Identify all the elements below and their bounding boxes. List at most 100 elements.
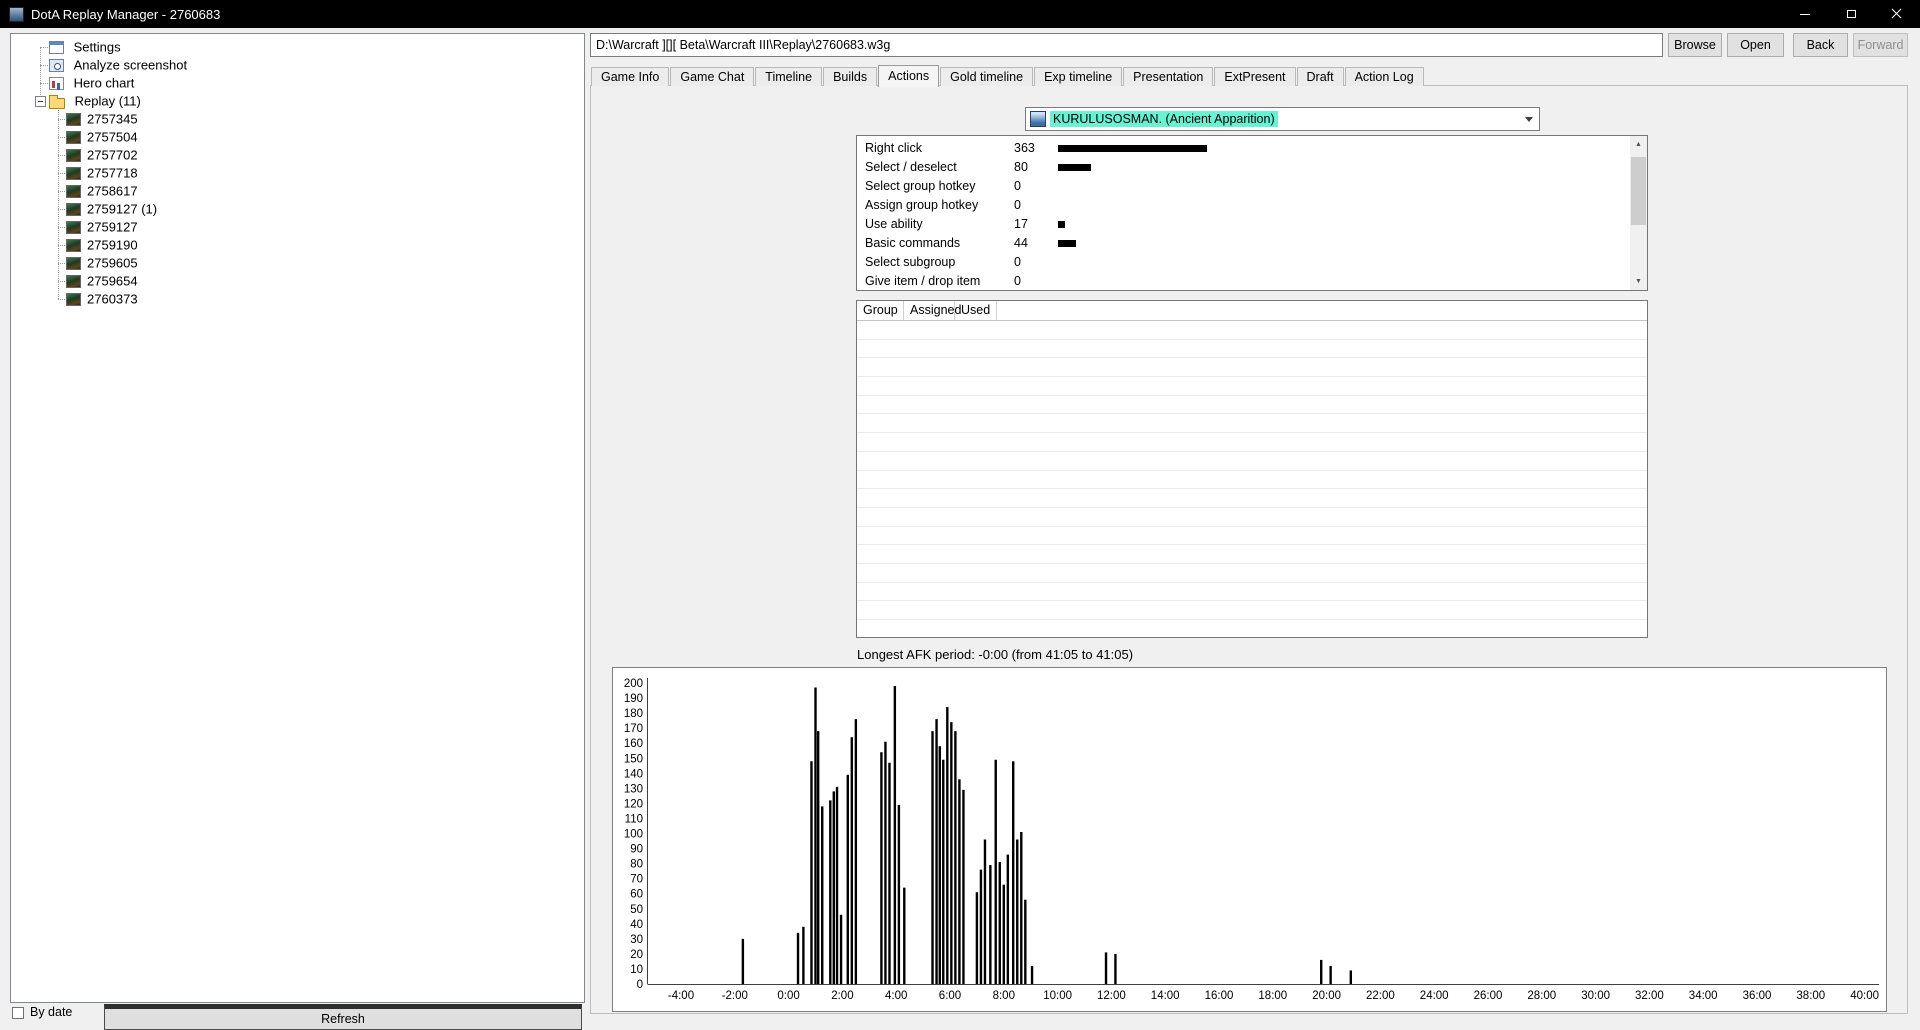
action-count-bar [1058,145,1207,152]
svg-text:180: 180 [624,708,643,720]
scrollbar-thumb[interactable] [1631,157,1646,225]
combo-dropdown-button[interactable] [1519,108,1539,130]
by-date-checkbox[interactable] [12,1007,24,1019]
replay-item-label: 2759127 [87,220,138,235]
action-label: Right click [865,139,922,158]
tab-extpresent[interactable]: ExtPresent [1214,67,1295,86]
replay-item[interactable]: 2759605 [11,254,584,272]
svg-text:130: 130 [624,783,643,795]
tab-game-chat[interactable]: Game Chat [670,67,754,86]
maximize-button[interactable] [1828,0,1874,28]
action-label: Select / deselect [865,158,957,177]
replay-item-label: 2759605 [87,256,138,271]
tab-exp-timeline[interactable]: Exp timeline [1034,67,1122,86]
tab-actions[interactable]: Actions [878,65,939,87]
svg-text:110: 110 [625,813,643,825]
action-count-bar [1058,240,1076,247]
action-count: 0 [1014,253,1021,272]
replay-item[interactable]: 2760373 [11,290,584,308]
replay-file-icon [66,257,81,270]
maximize-icon [1847,10,1856,18]
replay-item[interactable]: 2759654 [11,272,584,290]
tab-timeline[interactable]: Timeline [755,67,822,86]
svg-text:6:00: 6:00 [939,990,961,1002]
folder-icon [49,98,65,109]
column-header-group[interactable]: Group [857,301,904,320]
sidebar-item-label: Settings [74,40,121,55]
column-header-used[interactable]: Used [955,301,997,320]
tab-game-info[interactable]: Game Info [591,67,669,86]
group-hotkey-table: Group Assigned Used [856,300,1648,638]
replay-file-icon [66,221,81,234]
minimize-icon [1800,14,1810,15]
replay-item-label: 2759654 [87,274,138,289]
replay-item-label: 2757504 [87,130,138,145]
tab-builds[interactable]: Builds [823,67,877,86]
replay-item[interactable]: 2759127 (1) [11,200,584,218]
table-row [857,620,1647,637]
collapse-expander-icon[interactable] [35,96,46,107]
replay-item[interactable]: 2757702 [11,146,584,164]
table-row [857,321,1647,340]
svg-text:40: 40 [630,919,643,931]
table-body [857,321,1647,637]
svg-text:100: 100 [624,829,643,841]
action-count-bar [1058,221,1065,228]
sidebar-item-settings[interactable]: Settings [11,38,584,56]
browse-button[interactable]: Browse [1668,33,1722,57]
sidebar-item-label: Replay (11) [75,94,141,109]
replay-item-label: 2757718 [87,166,138,181]
replay-path-input[interactable] [590,33,1663,57]
svg-text:70: 70 [630,874,643,886]
scroll-up-icon[interactable]: ▲ [1630,136,1647,153]
replay-item[interactable]: 2757345 [11,110,584,128]
open-button[interactable]: Open [1727,33,1784,57]
replay-item[interactable]: 2759127 [11,218,584,236]
svg-text:24:00: 24:00 [1420,990,1449,1002]
forward-button[interactable]: Forward [1853,33,1908,57]
refresh-button[interactable]: Refresh [104,1004,582,1030]
window-controls [1782,0,1920,28]
table-row [857,564,1647,583]
tree-connector [58,281,65,282]
replay-item[interactable]: 2759190 [11,236,584,254]
action-count: 0 [1014,177,1021,196]
table-row [857,545,1647,564]
sidebar-item-replay-folder[interactable]: Replay (11) [11,92,584,110]
minimize-button[interactable] [1782,0,1828,28]
player-select[interactable]: KURULUSOSMAN. (Ancient Apparition) [1025,107,1540,131]
svg-text:26:00: 26:00 [1474,990,1503,1002]
replay-file-icon [66,131,81,144]
table-row [857,414,1647,433]
replay-file-icon [66,239,81,252]
svg-text:150: 150 [624,753,643,765]
scroll-down-icon[interactable]: ▼ [1630,273,1647,290]
replay-item[interactable]: 2757504 [11,128,584,146]
action-label: Select subgroup [865,253,955,272]
tab-presentation[interactable]: Presentation [1123,67,1213,86]
action-row: Select group hotkey0 [857,177,1629,196]
tab-draft[interactable]: Draft [1297,67,1344,86]
tab-bar: Game InfoGame ChatTimelineBuildsActionsG… [591,64,1425,86]
close-button[interactable] [1874,0,1920,28]
svg-text:90: 90 [630,844,643,856]
sidebar-item-hero-chart[interactable]: Hero chart [11,74,584,92]
sidebar-item-analyze-screenshot[interactable]: Analyze screenshot [11,56,584,74]
svg-text:38:00: 38:00 [1796,990,1825,1002]
replay-file-icon [66,113,81,126]
actions-scrollbar[interactable]: ▲ ▼ [1630,136,1647,290]
svg-text:10:00: 10:00 [1043,990,1072,1002]
replay-item[interactable]: 2757718 [11,164,584,182]
action-row: Select / deselect 80 [857,158,1629,177]
player-select-value: KURULUSOSMAN. (Ancient Apparition) [1050,111,1278,127]
replay-item[interactable]: 2758617 [11,182,584,200]
tree-connector [58,227,65,228]
action-count: 80 [1014,158,1028,177]
apm-chart: 0102030405060708090100110120130140150160… [612,667,1887,1012]
column-header-assigned[interactable]: Assigned [904,301,955,320]
svg-text:40:00: 40:00 [1850,990,1879,1002]
tab-gold-timeline[interactable]: Gold timeline [940,67,1033,86]
tree-connector [58,263,65,264]
back-button[interactable]: Back [1793,33,1848,57]
tab-action-log[interactable]: Action Log [1345,67,1424,86]
